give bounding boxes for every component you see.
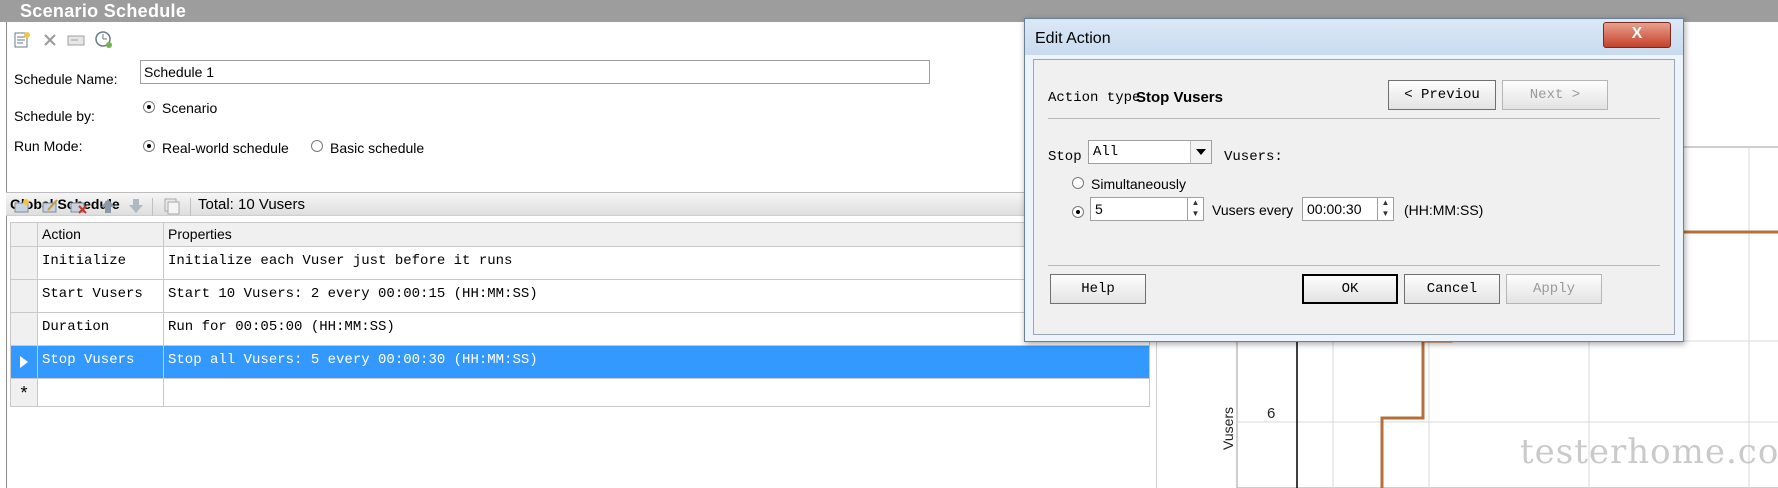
grid-corner bbox=[10, 222, 38, 247]
vusers-label: Vusers: bbox=[1224, 149, 1283, 165]
schedule-name-input[interactable] bbox=[140, 60, 930, 84]
next-button[interactable]: Next > bbox=[1502, 80, 1608, 110]
new-row-marker[interactable]: * bbox=[10, 379, 38, 407]
table-row-properties[interactable]: Initialize each Vuser just before it run… bbox=[164, 247, 1150, 280]
time-unit-label: (HH:MM:SS) bbox=[1404, 202, 1484, 218]
dialog-close-button[interactable]: X bbox=[1603, 22, 1671, 48]
stop-select-value: All bbox=[1093, 144, 1119, 160]
vuser-count-stepper[interactable]: 5 ▲ ▼ bbox=[1090, 197, 1204, 221]
stop-select[interactable]: All bbox=[1088, 140, 1212, 164]
row-header[interactable] bbox=[10, 247, 38, 280]
watermark: testerhome.com bbox=[1520, 432, 1778, 472]
new-row-action-cell[interactable] bbox=[38, 379, 164, 407]
previous-button[interactable]: < Previou bbox=[1388, 80, 1496, 110]
dialog-body: Action type Stop Vusers < Previou Next >… bbox=[1033, 59, 1675, 335]
delete-schedule-icon[interactable] bbox=[40, 30, 60, 50]
row-header[interactable] bbox=[10, 280, 38, 313]
move-down-icon[interactable] bbox=[126, 196, 146, 216]
y-tick-label: 6 bbox=[1267, 405, 1275, 422]
vusers-every-label: Vusers every bbox=[1212, 202, 1294, 218]
separator-line bbox=[1048, 265, 1660, 266]
copy-action-icon[interactable] bbox=[162, 196, 182, 216]
run-mode-basic-label: Basic schedule bbox=[330, 140, 425, 156]
row-header-selected[interactable] bbox=[10, 346, 38, 379]
schedule-by-label: Schedule by: bbox=[14, 108, 95, 124]
stop-label: Stop bbox=[1048, 149, 1082, 165]
interval-stepper[interactable]: 00:00:30 ▲ ▼ bbox=[1302, 197, 1394, 221]
run-mode-label: Run Mode: bbox=[14, 138, 83, 154]
interval-spin[interactable]: ▲ ▼ bbox=[1377, 198, 1393, 220]
vuser-count-value: 5 bbox=[1095, 201, 1103, 217]
schedule-by-scenario-radio[interactable] bbox=[143, 101, 155, 113]
action-type-label: Action type bbox=[1048, 90, 1141, 106]
ok-button[interactable]: OK bbox=[1302, 274, 1398, 304]
action-type-value: Stop Vusers bbox=[1136, 89, 1223, 106]
gradual-radio[interactable] bbox=[1072, 206, 1084, 218]
add-action-icon[interactable] bbox=[12, 196, 32, 216]
edit-action-icon[interactable] bbox=[40, 196, 60, 216]
new-row-properties-cell[interactable] bbox=[164, 379, 1150, 407]
dialog-title: Edit Action bbox=[1035, 30, 1111, 47]
simultaneously-radio[interactable] bbox=[1072, 177, 1084, 189]
table-row-action[interactable]: Start Vusers bbox=[38, 280, 164, 313]
delete-action-icon[interactable] bbox=[68, 196, 88, 216]
toolbar-separator bbox=[152, 198, 153, 216]
move-up-icon[interactable] bbox=[98, 196, 118, 216]
dialog-title-bar bbox=[1025, 19, 1683, 55]
table-row-action-selected[interactable]: Stop Vusers bbox=[38, 346, 164, 379]
column-header-properties[interactable]: Properties bbox=[164, 222, 1150, 247]
schedule-by-scenario-label: Scenario bbox=[162, 100, 218, 116]
simultaneously-label: Simultaneously bbox=[1091, 176, 1186, 192]
schedule-clock-icon[interactable] bbox=[94, 30, 114, 50]
window-title: Scenario Schedule bbox=[20, 1, 187, 21]
interval-value: 00:00:30 bbox=[1307, 201, 1362, 217]
table-row-properties-selected[interactable]: Stop all Vusers: 5 every 00:00:30 (HH:MM… bbox=[164, 346, 1150, 379]
schedule-name-label: Schedule Name: bbox=[14, 71, 118, 87]
total-vusers-label: Total: 10 Vusers bbox=[198, 196, 305, 213]
table-row-properties[interactable]: Run for 00:05:00 (HH:MM:SS) bbox=[164, 313, 1150, 346]
apply-button[interactable]: Apply bbox=[1506, 274, 1602, 304]
run-mode-basic-radio[interactable] bbox=[311, 140, 323, 152]
y-axis-label: Vusers bbox=[1220, 407, 1236, 450]
run-mode-real-world-label: Real-world schedule bbox=[162, 140, 289, 156]
run-mode-real-world-radio[interactable] bbox=[143, 140, 155, 152]
chevron-down-icon[interactable] bbox=[1190, 141, 1211, 163]
table-row-properties[interactable]: Start 10 Vusers: 2 every 00:00:15 (HH:MM… bbox=[164, 280, 1150, 313]
column-header-action[interactable]: Action bbox=[38, 222, 164, 247]
edit-action-dialog: Edit Action X Action type Stop Vusers < … bbox=[1024, 18, 1684, 342]
row-header[interactable] bbox=[10, 313, 38, 346]
rename-schedule-icon[interactable] bbox=[66, 30, 86, 50]
current-row-arrow-icon bbox=[20, 356, 28, 368]
separator-line bbox=[1048, 118, 1660, 119]
help-button[interactable]: Help bbox=[1050, 274, 1146, 304]
cancel-button[interactable]: Cancel bbox=[1404, 274, 1500, 304]
vuser-count-spin[interactable]: ▲ ▼ bbox=[1187, 198, 1203, 220]
toolbar-separator bbox=[190, 198, 191, 216]
new-schedule-icon[interactable] bbox=[12, 30, 32, 50]
table-row-action[interactable]: Duration bbox=[38, 313, 164, 346]
table-row-action[interactable]: Initialize bbox=[38, 247, 164, 280]
